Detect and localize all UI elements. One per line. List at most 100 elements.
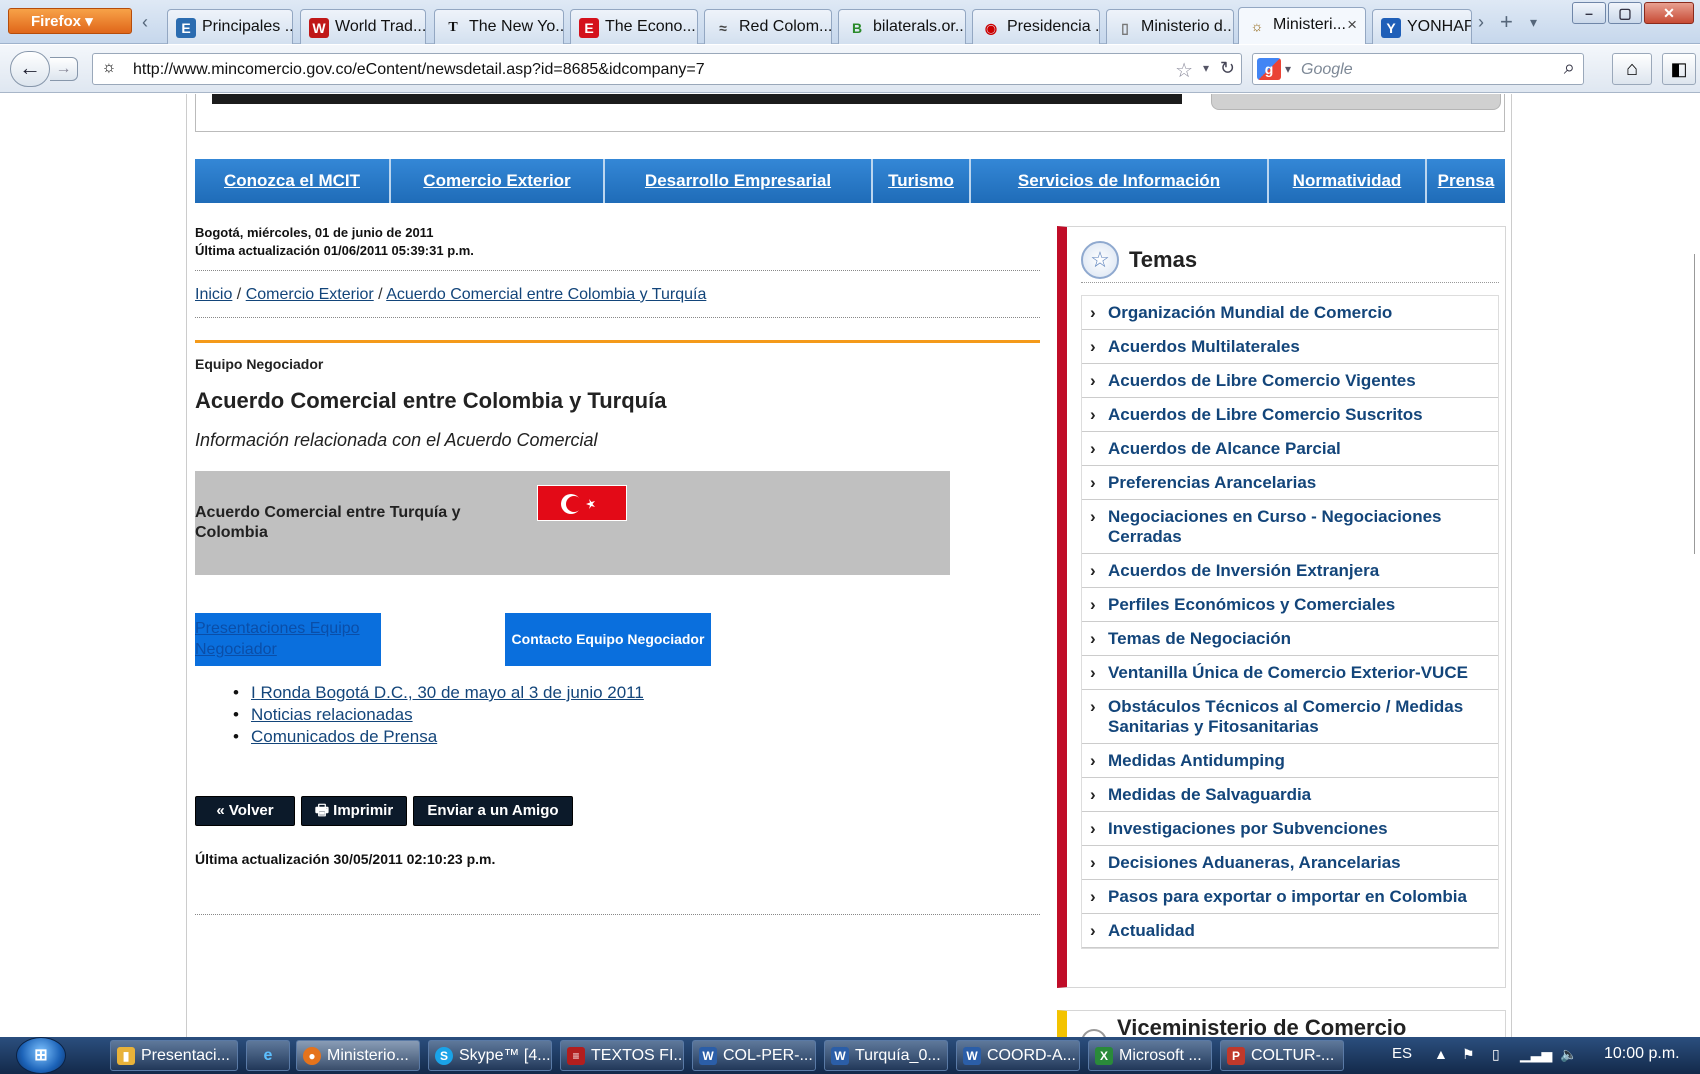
sidebar-item-decisiones[interactable]: › Decisiones Aduaneras, Arancelarias <box>1082 846 1498 880</box>
new-tab-icon[interactable]: + <box>1500 9 1513 35</box>
site-favicon-icon: ☼ <box>101 59 117 76</box>
volume-icon[interactable]: 🔈 <box>1560 1046 1577 1063</box>
sidebar-item-preferencias[interactable]: › Preferencias Arancelarias <box>1082 466 1498 500</box>
reload-icon[interactable]: ↻ <box>1220 58 1235 79</box>
sidebar-item-libre-comercio-suscritos[interactable]: › Acuerdos de Libre Comercio Suscritos <box>1082 398 1498 432</box>
network-signal-icon[interactable]: ▁▃▅ <box>1520 1046 1552 1063</box>
task-coord[interactable]: W COORD-A... <box>956 1040 1080 1071</box>
breadcrumb-section[interactable]: Comercio Exterior <box>246 286 374 303</box>
sidebar-item-perfiles[interactable]: › Perfiles Económicos y Comerciales <box>1082 588 1498 622</box>
task-label: Turquía_0... <box>855 1047 941 1064</box>
link-ronda-bogota[interactable]: I Ronda Bogotá D.C., 30 de mayo al 3 de … <box>251 683 644 702</box>
sidebar-item-omc[interactable]: › Organización Mundial de Comercio <box>1082 296 1498 330</box>
nav-turismo[interactable]: Turismo <box>873 159 971 203</box>
tab-bilaterals[interactable]: Bbilaterals.or... <box>838 9 966 44</box>
tab-economist[interactable]: E The Econo... <box>570 9 698 44</box>
tab-ministerio-1[interactable]: ▯ Ministerio d... <box>1106 9 1234 44</box>
tab-yonhap[interactable]: Y YONHAP <box>1372 9 1472 44</box>
list-item: I Ronda Bogotá D.C., 30 de mayo al 3 de … <box>233 683 644 705</box>
sidebar-item-multilaterales[interactable]: › Acuerdos Multilaterales <box>1082 330 1498 364</box>
sidebar-item-temas-negociacion[interactable]: › Temas de Negociación <box>1082 622 1498 656</box>
task-turquia[interactable]: W Turquía_0... <box>824 1040 948 1071</box>
sidebar-item-negociaciones[interactable]: › Negociaciones en Curso - Negociaciones … <box>1082 500 1498 554</box>
tabs-scroll-left-icon[interactable]: ‹ <box>142 12 148 33</box>
search-placeholder[interactable]: Google <box>1301 61 1353 79</box>
date-info: Bogotá, miércoles, 01 de junio de 2011 Ú… <box>195 224 474 260</box>
page-favicon-icon: ▯ <box>1121 20 1129 36</box>
sidebar-item-libre-comercio-vigentes[interactable]: › Acuerdos de Libre Comercio Vigentes <box>1082 364 1498 398</box>
nav-servicios-informacion[interactable]: Servicios de Información <box>971 159 1269 203</box>
volver-button[interactable]: « Volver <box>195 796 295 826</box>
url-bar[interactable]: ☼ http://www.mincomercio.gov.co/eContent… <box>92 53 1242 85</box>
nav-comercio-exterior[interactable]: Comercio Exterior <box>391 159 605 203</box>
tab-principales[interactable]: E Principales ... <box>167 9 293 44</box>
chevron-right-icon: › <box>1090 561 1096 580</box>
windows-start-icon[interactable]: ⊞ <box>16 1037 66 1074</box>
sidebar-item-label: Ventanilla Única de Comercio Exterior-VU… <box>1108 663 1468 682</box>
action-center-flag-icon[interactable]: ⚑ <box>1462 1046 1475 1063</box>
task-textos[interactable]: ≡ TEXTOS FI... <box>560 1040 684 1071</box>
tab-ministerio-active[interactable]: ☼ Ministeri... × <box>1238 7 1366 44</box>
tab-presidencia[interactable]: ◉ Presidencia ... <box>972 9 1100 44</box>
nav-conozca-mcit[interactable]: Conozca el MCIT <box>195 159 391 203</box>
chevron-down-icon[interactable]: ▾ <box>1285 62 1291 76</box>
sidebar-item-alcance-parcial[interactable]: › Acuerdos de Alcance Parcial <box>1082 432 1498 466</box>
sidebar-item-inversion[interactable]: › Acuerdos de Inversión Extranjera <box>1082 554 1498 588</box>
show-hidden-icons-icon[interactable]: ▲ <box>1434 1046 1448 1062</box>
task-skype[interactable]: S Skype™ [4... <box>428 1040 552 1071</box>
magnifier-icon[interactable]: ⌕ <box>1564 57 1575 80</box>
list-tabs-icon[interactable]: ▾ <box>1530 14 1537 31</box>
extension-icon[interactable]: ◧ <box>1662 53 1696 85</box>
task-col-per[interactable]: W COL-PER-... <box>692 1040 816 1071</box>
sidebar-item-actualidad[interactable]: › Actualidad <box>1082 914 1498 948</box>
sidebar-item-salvaguardia[interactable]: › Medidas de Salvaguardia <box>1082 778 1498 812</box>
google-logo-icon[interactable]: g <box>1257 58 1281 80</box>
task-ministerio-firefox[interactable]: ● Ministerio... <box>296 1040 420 1071</box>
url-text[interactable]: http://www.mincomercio.gov.co/eContent/n… <box>133 61 705 79</box>
tab-world-trade[interactable]: W World Trad... <box>300 9 426 44</box>
contacto-equipo-button[interactable]: Contacto Equipo Negociador <box>505 613 711 666</box>
chevron-down-icon[interactable]: ▾ <box>1203 61 1209 75</box>
maximize-icon[interactable]: ▢ <box>1608 2 1642 24</box>
task-coltur[interactable]: P COLTUR-... <box>1220 1040 1344 1071</box>
link-noticias-relacionadas[interactable]: Noticias relacionadas <box>251 705 413 724</box>
enviar-amigo-button[interactable]: Enviar a un Amigo <box>413 796 573 826</box>
list-item: Comunicados de Prensa <box>233 727 644 749</box>
home-icon[interactable]: ⌂ <box>1612 53 1652 85</box>
tab-close-icon[interactable]: × <box>1347 15 1357 35</box>
tab-new-york-times[interactable]: T The New Yo... <box>434 9 564 44</box>
sidebar-item-obstaculos[interactable]: › Obstáculos Técnicos al Comercio / Medid… <box>1082 690 1498 744</box>
task-presentaciones[interactable]: ▮ Presentaci... <box>110 1040 238 1071</box>
nav-normatividad[interactable]: Normatividad <box>1269 159 1427 203</box>
forward-arrow-icon[interactable]: → <box>50 57 78 81</box>
clock[interactable]: 10:00 p.m. <box>1604 1045 1680 1063</box>
search-bar[interactable]: g ▾ Google ⌕ <box>1252 53 1584 85</box>
sidebar-item-pasos-exportar[interactable]: › Pasos para exportar o importar en Colom… <box>1082 880 1498 914</box>
nav-prensa[interactable]: Prensa <box>1427 159 1505 203</box>
close-window-icon[interactable]: ✕ <box>1644 2 1694 24</box>
language-indicator[interactable]: ES <box>1392 1045 1412 1062</box>
section-icon <box>1081 1029 1107 1037</box>
presentaciones-equipo-button[interactable]: Presentaciones Equipo Negociador <box>195 613 381 666</box>
scrollbar[interactable] <box>1694 254 1700 554</box>
sidebar-item-subvenciones[interactable]: › Investigaciones por Subvenciones <box>1082 812 1498 846</box>
firefox-menu-button[interactable]: Firefox ▾ <box>8 8 132 34</box>
link-comunicados-prensa[interactable]: Comunicados de Prensa <box>251 727 437 746</box>
breadcrumb-current[interactable]: Acuerdo Comercial entre Colombia y Turqu… <box>386 286 706 303</box>
bookmark-star-icon[interactable]: ☆ <box>1175 58 1193 83</box>
sidebar-item-antidumping[interactable]: › Medidas Antidumping <box>1082 744 1498 778</box>
sidebar-item-vuce[interactable]: › Ventanilla Única de Comercio Exterior-V… <box>1082 656 1498 690</box>
breadcrumb-home[interactable]: Inicio <box>195 286 232 303</box>
banner-side-panel <box>1211 94 1501 110</box>
battery-icon[interactable]: ▯ <box>1492 1046 1500 1063</box>
minimize-icon[interactable]: – <box>1572 2 1606 24</box>
tab-red-colombia[interactable]: ≈ Red Colom... <box>704 9 832 44</box>
imprimir-button[interactable]: 🖶 Imprimir <box>301 796 407 826</box>
nav-desarrollo-empresarial[interactable]: Desarrollo Empresarial <box>605 159 873 203</box>
chevron-right-icon: › <box>1090 697 1096 716</box>
task-label: Presentaci... <box>141 1047 230 1064</box>
task-microsoft[interactable]: X Microsoft ... <box>1088 1040 1212 1071</box>
tabs-scroll-right-icon[interactable]: › <box>1478 12 1484 33</box>
task-internet-explorer[interactable]: e <box>246 1040 290 1071</box>
back-arrow-icon[interactable]: ← <box>10 51 50 87</box>
